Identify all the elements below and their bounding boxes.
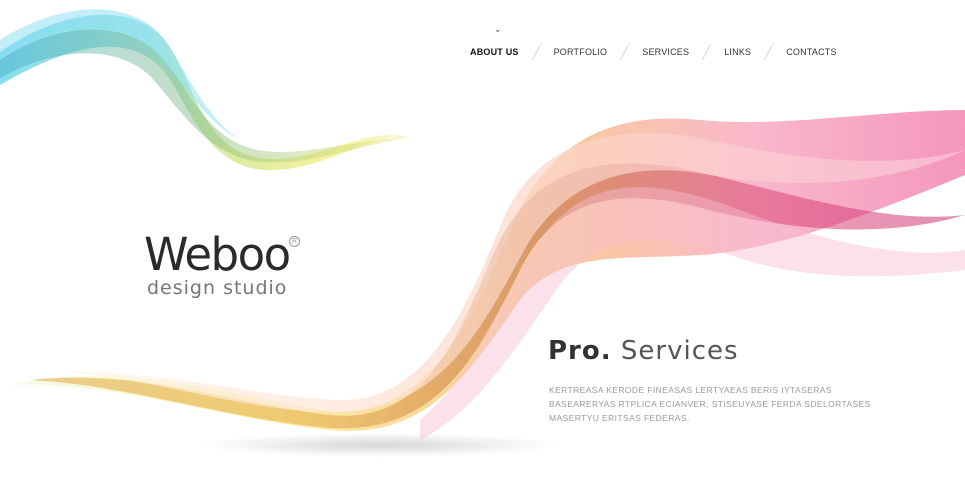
promo-description-line: MASERTYU ERITSAS FEDERAS. — [549, 413, 690, 423]
promo-heading-bold: Pro. — [548, 336, 612, 366]
nav-item-portfolio[interactable]: PORTFOLIO — [554, 47, 608, 57]
promo-heading: Pro. Services — [548, 336, 739, 366]
nav-item-contacts[interactable]: CONTACTS — [786, 47, 836, 57]
logo-tagline: design studio — [147, 277, 288, 299]
promo-heading-light: Services — [620, 336, 739, 366]
nav-divider — [531, 44, 541, 60]
logo-name: Weboo — [144, 228, 291, 281]
promo-description-line: BASEARERYAS RTPLICA ECIANVER, STISEUYASE… — [549, 399, 871, 409]
chevron-down-icon: ⌄ — [494, 24, 502, 34]
nav-item-links[interactable]: LINKS — [724, 47, 751, 57]
nav-divider — [701, 44, 712, 60]
main-navigation: ABOUT US PORTFOLIO SERVICES LINKS CONTAC… — [470, 44, 837, 60]
nav-divider — [620, 44, 630, 60]
promo-description-line: KERTREASA KERODE FINEASAS LERTYAEAS BERI… — [549, 385, 832, 395]
brand-logo[interactable]: Weboo R design studio — [144, 228, 300, 299]
nav-item-about-us[interactable]: ABOUT US — [470, 47, 519, 57]
nav-item-services[interactable]: SERVICES — [642, 47, 689, 57]
promo-description: KERTREASA KERODE FINEASAS LERTYAEAS BERI… — [549, 383, 871, 425]
nav-divider — [763, 44, 774, 60]
registered-mark: R — [289, 236, 300, 247]
